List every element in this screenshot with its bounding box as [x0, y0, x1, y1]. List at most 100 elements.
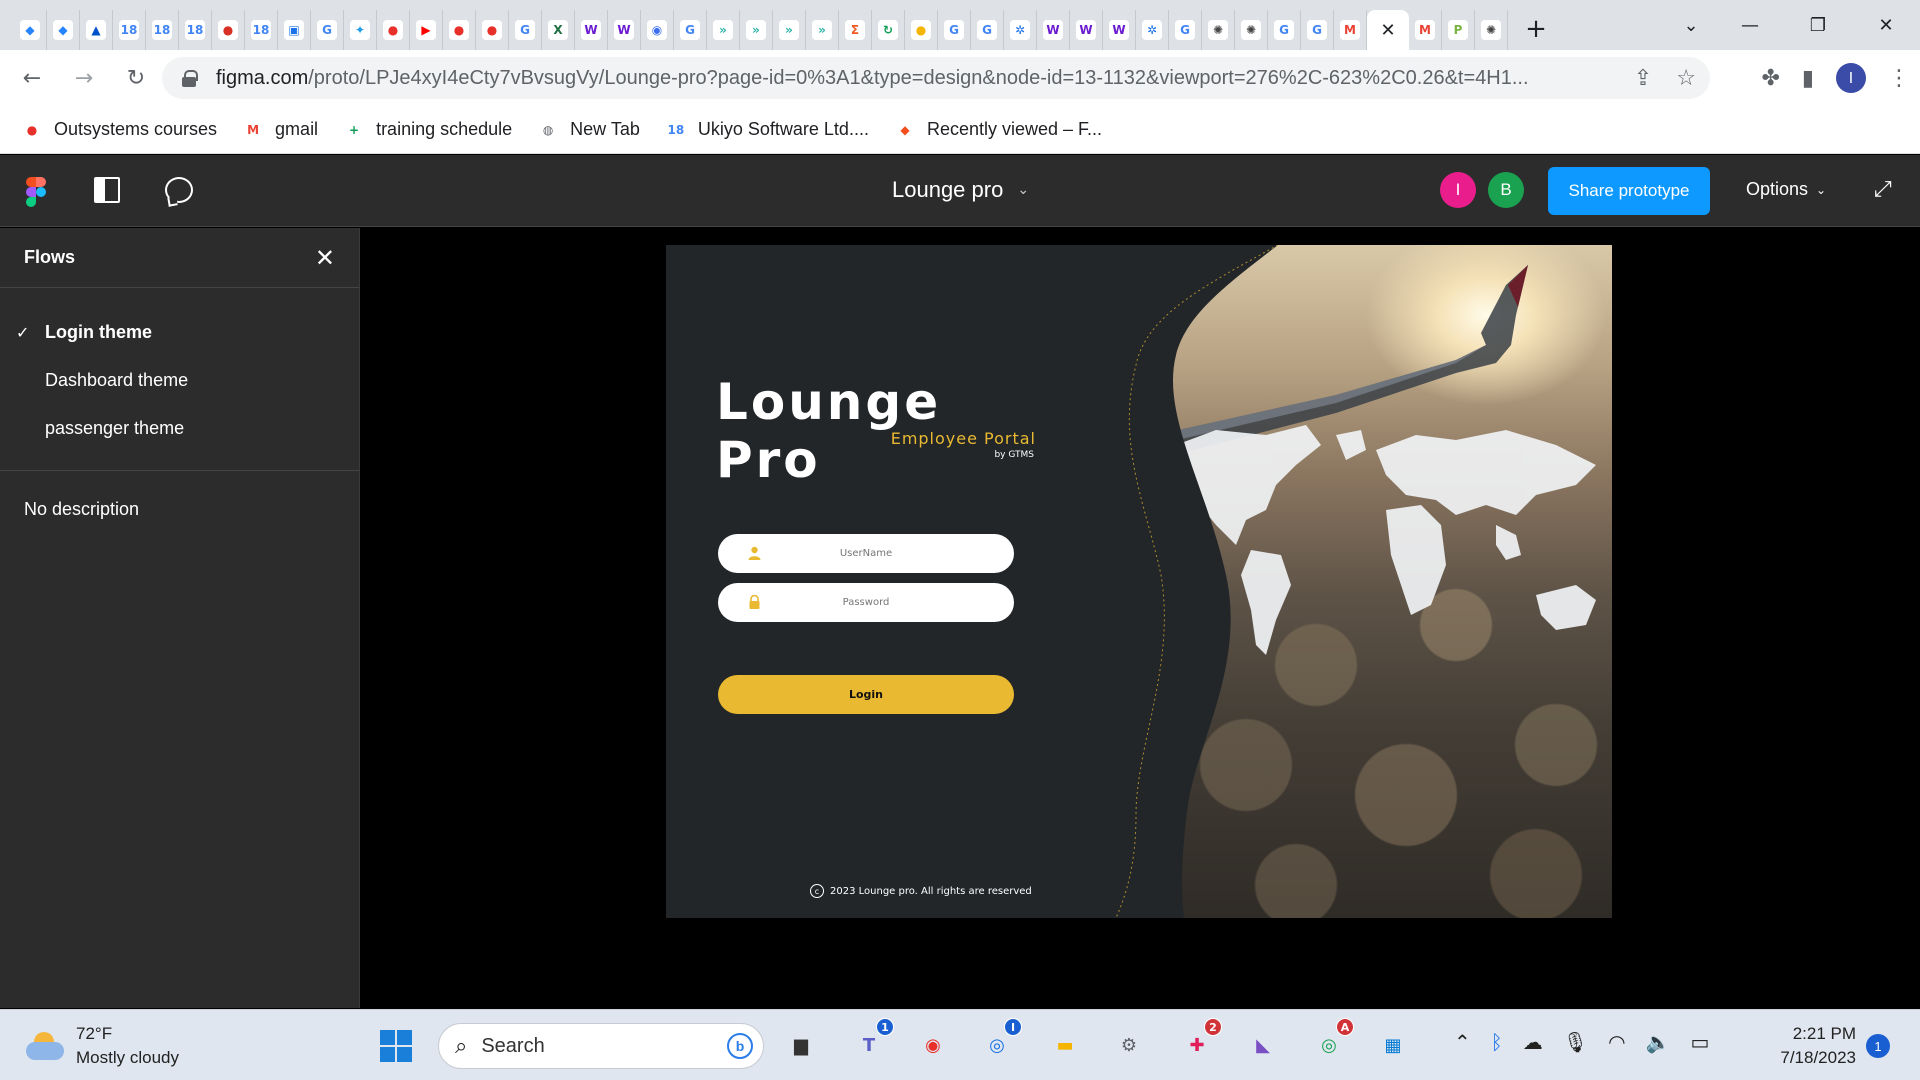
flow-item[interactable]: Dashboard theme	[0, 356, 359, 404]
browser-menu-icon[interactable]: ⋮	[1888, 66, 1910, 91]
notification-badge[interactable]: 1	[1866, 1034, 1890, 1058]
figma-logo-icon[interactable]	[26, 177, 46, 207]
fullscreen-icon[interactable]: ⤢	[1874, 177, 1892, 202]
teams-icon[interactable]: T1	[848, 1018, 894, 1066]
comment-icon[interactable]	[165, 177, 193, 203]
chevron-down-icon[interactable]: ⌄	[1816, 183, 1826, 197]
chevron-down-icon[interactable]: ⌄	[1017, 182, 1029, 198]
window-close-icon[interactable]: ✕	[1852, 0, 1920, 50]
back-icon[interactable]: ←	[12, 58, 52, 98]
onedrive-icon[interactable]: ☁	[1523, 1030, 1543, 1054]
wifi-icon[interactable]: ◠	[1608, 1030, 1625, 1054]
browser-tab[interactable]: G	[1169, 10, 1202, 50]
browser-tab[interactable]: ✺	[1235, 10, 1268, 50]
browser-tab[interactable]: W	[575, 10, 608, 50]
browser-tab[interactable]: Σ	[839, 10, 872, 50]
clock[interactable]: 2:21 PM 7/18/2023	[1770, 1022, 1856, 1070]
bookmark-star-icon[interactable]: ☆	[1676, 66, 1696, 91]
browser-tab[interactable]: G	[1268, 10, 1301, 50]
browser-tab[interactable]: ✺	[1202, 10, 1235, 50]
browser-tab[interactable]: G	[311, 10, 344, 50]
toggle-sidebar-icon[interactable]	[94, 177, 120, 203]
browser-tab[interactable]: W	[1103, 10, 1136, 50]
flow-item[interactable]: ✓ Login theme	[0, 308, 359, 356]
collaborator-avatar[interactable]: B	[1488, 172, 1524, 208]
browser-tab[interactable]: ◆	[14, 10, 47, 50]
new-tab-icon[interactable]: +	[1516, 9, 1556, 49]
browser-tab[interactable]: ▶	[410, 10, 443, 50]
folder-icon[interactable]: ▬	[1044, 1024, 1086, 1066]
minimize-icon[interactable]: —	[1716, 0, 1784, 50]
microphone-icon[interactable]: 🎙	[1563, 1030, 1588, 1054]
browser-tab[interactable]: ↻	[872, 10, 905, 50]
share-prototype-button[interactable]: Share prototype	[1548, 167, 1710, 215]
browser-tab[interactable]: M	[1334, 10, 1367, 50]
browser-tab[interactable]: G	[674, 10, 707, 50]
battery-icon[interactable]: ▭	[1691, 1030, 1710, 1054]
browser-tab[interactable]: G	[509, 10, 542, 50]
lock-icon[interactable]	[182, 70, 198, 87]
browser-tab[interactable]: ◉	[641, 10, 674, 50]
close-tab-icon[interactable]: ✕	[1380, 20, 1395, 41]
file-icon[interactable]: ▆	[780, 1024, 822, 1066]
browser-tab[interactable]: ▲	[80, 10, 113, 50]
bing-icon[interactable]: b	[727, 1033, 753, 1059]
browser-tab[interactable]: ▣	[278, 10, 311, 50]
browser-tab[interactable]: ✦	[344, 10, 377, 50]
reload-icon[interactable]: ↻	[116, 58, 156, 98]
browser-tab[interactable]: W	[1037, 10, 1070, 50]
username-input[interactable]	[718, 548, 1014, 559]
forward-icon[interactable]: →	[64, 58, 104, 98]
browser-tab[interactable]: ●	[443, 10, 476, 50]
browser-tab[interactable]: ✲	[1136, 10, 1169, 50]
weather-widget[interactable]: 72°F Mostly cloudy	[26, 1022, 179, 1070]
browser-tab[interactable]: »	[740, 10, 773, 50]
store-icon[interactable]: ▦	[1372, 1024, 1414, 1066]
bookmark-item[interactable]: ◍ New Tab	[538, 119, 640, 140]
browser-tab[interactable]: 18	[146, 10, 179, 50]
url-text[interactable]: figma.com/proto/LPJe4xyI4eCty7vBvsugVy/L…	[216, 67, 1606, 90]
visual-studio-icon[interactable]: ◣	[1242, 1024, 1284, 1066]
browser-tab[interactable]: W	[1070, 10, 1103, 50]
browser-tab[interactable]: G	[971, 10, 1004, 50]
browser-tab[interactable]: ✲	[1004, 10, 1037, 50]
login-button[interactable]: Login	[718, 675, 1014, 714]
browser-tab[interactable]: M	[1409, 10, 1442, 50]
bookmark-item[interactable]: Mgmail	[243, 119, 318, 140]
bookmark-item[interactable]: 18 Ukiyo Software Ltd....	[666, 119, 869, 140]
browser-tab[interactable]: »	[806, 10, 839, 50]
browser-tab[interactable]: 18	[113, 10, 146, 50]
browser-tab[interactable]: G	[1301, 10, 1334, 50]
bookmark-item[interactable]: + training schedule	[344, 119, 512, 140]
bookmark-item[interactable]: ◆ Recently viewed – F...	[895, 119, 1102, 140]
bookmark-item[interactable]: ● Outsystems courses	[22, 119, 217, 140]
windows-start-icon[interactable]	[380, 1030, 412, 1062]
browser-tab[interactable]: ●	[377, 10, 410, 50]
username-field[interactable]	[718, 534, 1014, 573]
flow-item[interactable]: passenger theme	[0, 404, 359, 452]
volume-icon[interactable]: 🔈	[1646, 1030, 1671, 1054]
browser-tab[interactable]: 18	[179, 10, 212, 50]
profile-avatar[interactable]: I	[1836, 63, 1866, 93]
taskbar-search[interactable]: ⌕ Search b	[438, 1023, 764, 1069]
active-tab[interactable]: ✕	[1367, 10, 1409, 50]
password-input[interactable]	[718, 597, 1014, 608]
share-page-icon[interactable]: ⇪	[1634, 66, 1652, 91]
side-panel-icon[interactable]: ▮	[1802, 66, 1814, 91]
browser-tab[interactable]: P	[1442, 10, 1475, 50]
close-icon[interactable]: ✕	[315, 244, 335, 272]
slack-icon[interactable]: ✚ 2	[1176, 1018, 1222, 1066]
password-field[interactable]	[718, 583, 1014, 622]
address-bar[interactable]: figma.com/proto/LPJe4xyI4eCty7vBvsugVy/L…	[162, 57, 1710, 99]
browser-tab[interactable]: ◆	[47, 10, 80, 50]
bluetooth-icon[interactable]: ᛒ	[1491, 1030, 1503, 1054]
collaborator-avatar[interactable]: I	[1440, 172, 1476, 208]
file-title[interactable]: Lounge pro ⌄	[892, 177, 1029, 203]
chrome-icon[interactable]: ◎ I	[976, 1018, 1022, 1066]
browser-tab[interactable]: G	[938, 10, 971, 50]
browser-tab[interactable]: »	[773, 10, 806, 50]
browser-tab[interactable]: ●	[212, 10, 245, 50]
extensions-icon[interactable]: ✤	[1761, 66, 1779, 91]
browser-tab[interactable]: ●	[905, 10, 938, 50]
browser-tab[interactable]: ●	[476, 10, 509, 50]
